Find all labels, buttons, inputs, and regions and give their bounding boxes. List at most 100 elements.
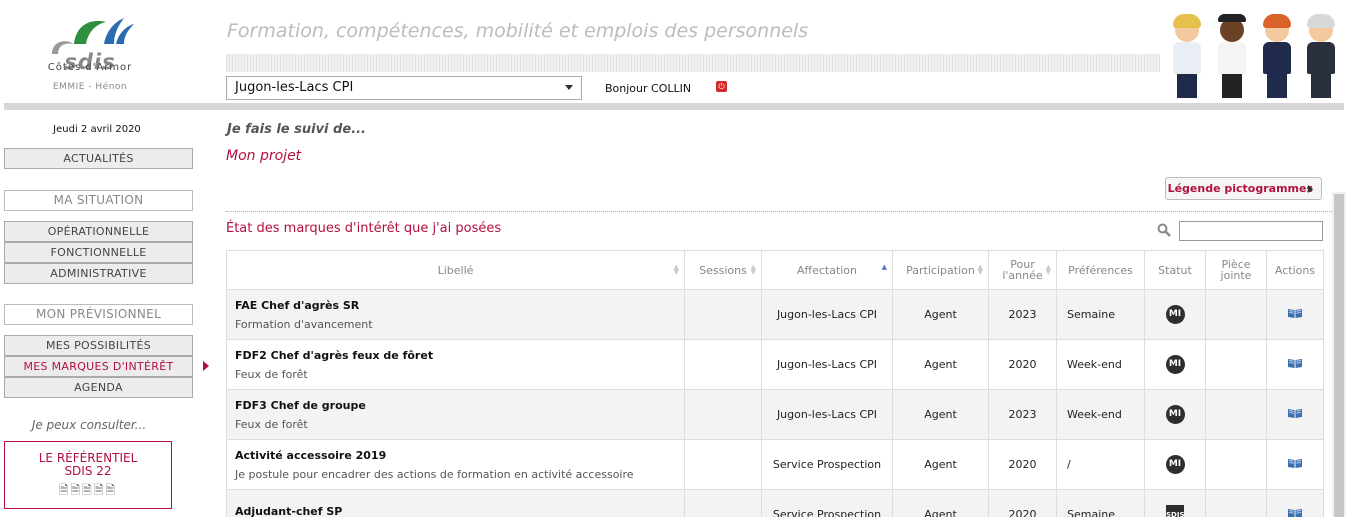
cell-piece-jointe	[1205, 439, 1267, 490]
table-search-input[interactable]	[1179, 221, 1323, 241]
cell-annee: 2020	[988, 489, 1057, 517]
cell-sessions	[684, 289, 762, 340]
nav-mes-marques-interet[interactable]: MES MARQUES D'INTÉRÊT	[4, 356, 193, 377]
referentiel-link[interactable]: LE RÉFÉRENTIEL SDIS 22 🗎🗎🗎🗎🗎	[4, 441, 172, 509]
cell-sessions	[684, 339, 762, 390]
status-mi-badge-icon: MI	[1165, 405, 1185, 424]
scrollbar-thumb[interactable]	[1334, 194, 1344, 517]
cell-annee: 2020	[988, 439, 1057, 490]
col-header-affectation[interactable]: Affectation ▲	[761, 250, 893, 290]
col-header-annee[interactable]: Pour l'année ▲ ▼	[988, 250, 1057, 290]
site-tagline: Formation, compétences, mobilité et empl…	[227, 20, 809, 42]
col-actions-label: Actions	[1274, 263, 1316, 277]
cell-piece-jointe	[1205, 489, 1267, 517]
col-header-sessions[interactable]: Sessions ▲ ▼	[684, 250, 762, 290]
col-header-preferences[interactable]: Préférences	[1056, 250, 1145, 290]
row-title: FDF3 Chef de groupe	[235, 398, 366, 412]
nav-operationnelle[interactable]: OPÉRATIONNELLE	[4, 221, 193, 242]
cell-libelle: FAE Chef d'agrès SR Formation d'avancemen…	[226, 289, 685, 340]
cell-participation: Agent	[892, 339, 989, 390]
cell-libelle: Activité accessoire 2019 Je postule pour …	[226, 439, 685, 490]
center-name: EMMIE - Hénon	[52, 82, 128, 92]
cell-participation: Agent	[892, 489, 989, 517]
col-header-libelle[interactable]: Libellé ▲ ▼	[226, 250, 685, 290]
nav-fonctionnelle[interactable]: FONCTIONNELLE	[4, 242, 193, 263]
cell-libelle: Adjudant-chef SP	[226, 489, 685, 517]
legend-pictograms-button[interactable]: Légende pictogrammes	[1165, 177, 1322, 200]
col-header-statut[interactable]: Statut	[1144, 250, 1206, 290]
cell-actions	[1266, 439, 1324, 490]
nav-administrative[interactable]: ADMINISTRATIVE	[4, 263, 193, 284]
page-title: Mon projet	[226, 148, 302, 164]
open-book-icon[interactable]	[1287, 307, 1303, 319]
cell-actions	[1266, 489, 1324, 517]
logo-subtitle: Côtes d'Armor	[47, 62, 133, 73]
mascot-firefighter-icon	[1302, 12, 1340, 100]
current-date: Jeudi 2 avril 2020	[53, 124, 141, 135]
col-libelle-label: Libellé	[437, 263, 474, 277]
cell-statut: MI	[1144, 289, 1206, 340]
nav-agenda[interactable]: AGENDA	[4, 377, 193, 398]
col-participation-label: Participation	[906, 263, 975, 277]
referentiel-subtitle: SDIS 22	[64, 464, 112, 478]
section-divider	[226, 211, 1332, 212]
status-mi-badge-icon: MI	[1165, 305, 1185, 324]
nav-mes-possibilites[interactable]: MES POSSIBILITÉS	[4, 335, 193, 356]
cell-affectation: Jugon-les-Lacs CPI	[761, 289, 893, 340]
cell-affectation: Jugon-les-Lacs CPI	[761, 389, 893, 440]
cell-statut: SDIS	[1144, 489, 1206, 517]
table-row[interactable]: Activité accessoire 2019 Je postule pour …	[226, 439, 1324, 490]
cell-affectation: Jugon-les-Lacs CPI	[761, 339, 893, 390]
search-icon	[1157, 223, 1171, 237]
status-mi-badge-icon: MI	[1165, 355, 1185, 374]
open-book-icon[interactable]	[1287, 357, 1303, 369]
col-affectation-label: Affectation	[796, 263, 858, 277]
col-preferences-label: Préférences	[1068, 263, 1133, 277]
cell-actions	[1266, 289, 1324, 340]
open-book-icon[interactable]	[1287, 457, 1303, 469]
nav-actualites[interactable]: ACTUALITÉS	[4, 148, 193, 169]
site-select[interactable]: Jugon-les-Lacs CPI	[226, 76, 582, 100]
cell-annee: 2023	[988, 289, 1057, 340]
row-title: FDF2 Chef d'agrès feux de fôret	[235, 348, 434, 362]
col-header-participation[interactable]: Participation ▲ ▼	[892, 250, 989, 290]
status-sdis-badge-icon: SDIS	[1166, 504, 1185, 517]
sdis-logo[interactable]: sdis Côtes d'Armor EMMIE - Hénon	[40, 14, 140, 94]
user-greeting: Bonjour COLLIN	[605, 82, 692, 95]
nav-heading-mon-previsionnel: MON PRÉVISIONNEL	[4, 304, 193, 325]
cell-preferences: /	[1056, 439, 1145, 490]
cell-actions	[1266, 339, 1324, 390]
table-row[interactable]: FDF2 Chef d'agrès feux de fôret Feux de f…	[226, 339, 1324, 390]
logout-power-icon[interactable]: ⏻	[716, 81, 727, 92]
document-stack-icon: 🗎🗎🗎🗎🗎	[58, 483, 118, 497]
open-book-icon[interactable]	[1287, 407, 1303, 419]
sort-icon: ▲ ▼	[1045, 263, 1051, 276]
cell-sessions	[684, 389, 762, 440]
sort-icon: ▲ ▼	[750, 263, 756, 276]
table-header-row: Libellé ▲ ▼ Sessions ▲ ▼ Affectation ▲ Partic…	[226, 250, 1324, 290]
cell-preferences: Week-end	[1056, 389, 1145, 440]
open-book-icon[interactable]	[1287, 507, 1303, 517]
table-row[interactable]: FDF3 Chef de groupe Feux de forêt Jugon-l…	[226, 389, 1324, 440]
cell-piece-jointe	[1205, 289, 1267, 340]
cell-libelle: FDF2 Chef d'agrès feux de fôret Feux de f…	[226, 339, 685, 390]
cell-affectation: Service Prospection	[761, 489, 893, 517]
legend-button-label: Légende pictogrammes	[1167, 182, 1313, 195]
col-header-piece-jointe[interactable]: Pièce jointe	[1205, 250, 1267, 290]
section-title: État des marques d'intérêt que j'ai posé…	[226, 221, 502, 236]
sort-icon: ▲ ▼	[673, 263, 679, 276]
table-row[interactable]: FAE Chef d'agrès SR Formation d'avancemen…	[226, 289, 1324, 340]
cell-sessions	[684, 489, 762, 517]
cell-preferences: Semaine	[1056, 489, 1145, 517]
triangle-right-icon	[1308, 185, 1313, 193]
table-row[interactable]: Adjudant-chef SP Service Prospection Age…	[226, 489, 1324, 517]
cell-actions	[1266, 389, 1324, 440]
suivi-heading: Je fais le suivi de...	[227, 122, 366, 137]
consult-heading: Je peux consulter...	[31, 418, 147, 432]
cell-annee: 2023	[988, 389, 1057, 440]
cell-participation: Agent	[892, 389, 989, 440]
cell-preferences: Week-end	[1056, 339, 1145, 390]
cell-piece-jointe	[1205, 389, 1267, 440]
row-subtitle: Feux de forêt	[235, 417, 308, 431]
row-subtitle: Je postule pour encadrer des actions de …	[235, 467, 634, 481]
